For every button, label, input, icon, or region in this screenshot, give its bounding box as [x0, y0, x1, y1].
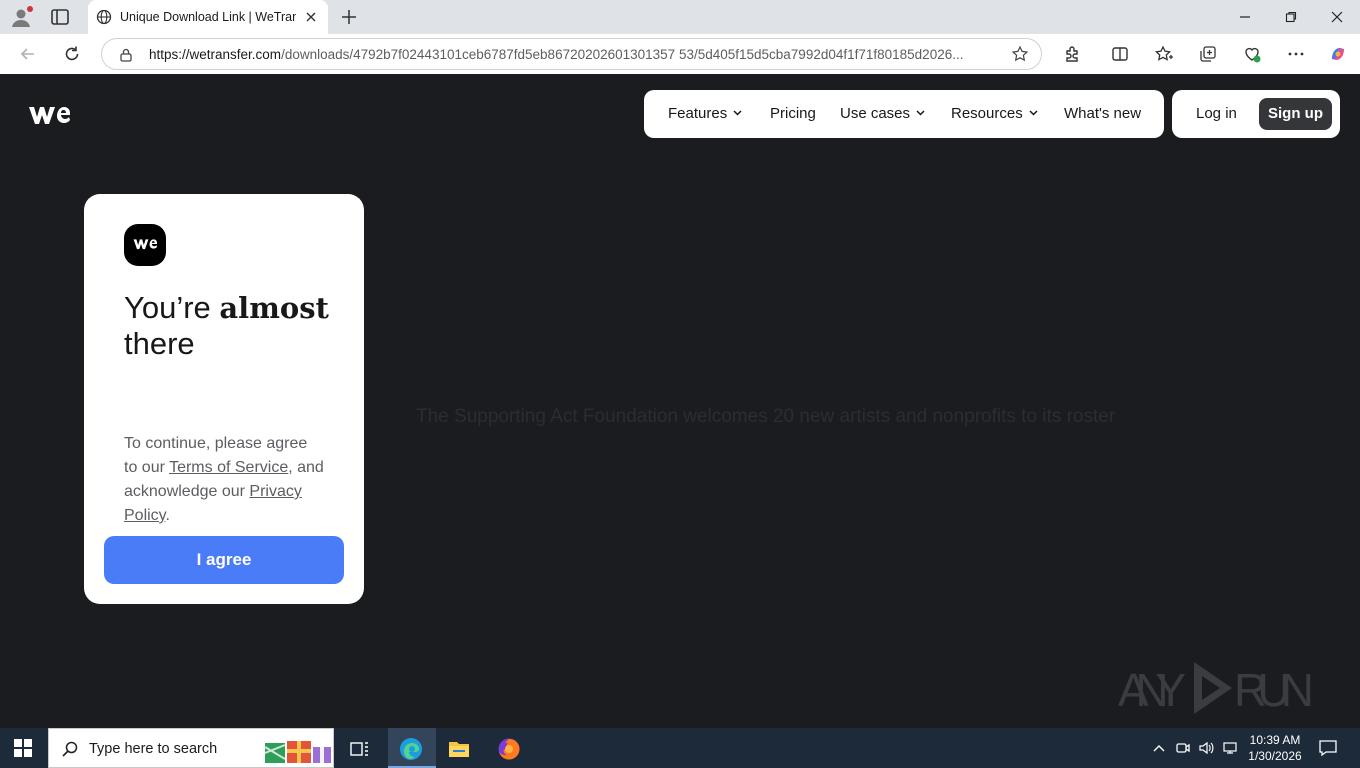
page-viewport: Features Pricing Use cases Resources Wha…	[4, 74, 1356, 724]
nav-pricing[interactable]: Pricing	[770, 105, 816, 122]
copilot-icon[interactable]	[1328, 44, 1348, 64]
tab-wetransfer[interactable]: Unique Download Link | WeTransfer	[88, 0, 328, 34]
headline-text: You’re	[124, 290, 220, 325]
favorites-icon[interactable]	[1154, 44, 1174, 64]
nav-use-cases-label: Use cases	[840, 105, 911, 122]
notifications-icon[interactable]	[1318, 739, 1338, 757]
auth-navigation: Log in Sign up	[1172, 90, 1340, 138]
extensions-icon[interactable]	[1062, 44, 1082, 64]
firefox-icon[interactable]	[497, 737, 521, 761]
windows-start-icon[interactable]	[14, 739, 32, 757]
lock-icon[interactable]	[118, 47, 134, 63]
collections-icon[interactable]	[1198, 44, 1218, 64]
svg-text:RUN: RUN	[1234, 664, 1314, 716]
svg-text:ANY: ANY	[1118, 664, 1186, 716]
nav-features[interactable]: Features	[668, 105, 742, 122]
more-menu-icon[interactable]	[1286, 44, 1306, 64]
search-icon	[61, 740, 79, 758]
background-news-headline: The Supporting Act Foundation welcomes 2…	[416, 406, 1116, 427]
search-placeholder: Type here to search	[89, 741, 218, 757]
chevron-down-icon	[733, 110, 742, 116]
consent-text: To continue, please agree to our Terms o…	[124, 432, 324, 528]
restore-icon[interactable]	[1283, 9, 1299, 25]
windows-taskbar: Type here to search 10:39 AM 1/30/2026	[0, 728, 1360, 768]
main-navigation: Features Pricing Use cases Resources Wha…	[644, 90, 1164, 138]
new-tab-icon[interactable]	[340, 8, 358, 26]
edge-browser-icon[interactable]	[399, 737, 423, 761]
tab-actions-icon[interactable]	[50, 8, 70, 26]
close-window-icon[interactable]	[1329, 9, 1345, 25]
refresh-icon[interactable]	[62, 44, 82, 64]
task-view-icon[interactable]	[348, 737, 372, 761]
headline-text-end: there	[124, 326, 195, 361]
favorite-star-icon[interactable]	[1011, 45, 1029, 63]
card-headline: You’re almost there	[124, 290, 344, 362]
nav-whats-new[interactable]: What's new	[1064, 105, 1141, 122]
back-arrow-icon[interactable]	[18, 44, 38, 64]
meet-now-icon[interactable]	[1175, 740, 1191, 756]
browser-toolbar: https://wetransfer.com/downloads/4792b7f…	[0, 34, 1360, 74]
volume-icon[interactable]	[1198, 740, 1214, 756]
split-screen-icon[interactable]	[1110, 44, 1130, 64]
system-clock[interactable]: 10:39 AM 1/30/2026	[1244, 732, 1306, 764]
wetransfer-logo-icon[interactable]	[28, 104, 70, 126]
gift-boxes-icon	[263, 733, 333, 765]
address-bar[interactable]: https://wetransfer.com/downloads/4792b7f…	[101, 38, 1042, 70]
url-host: https://wetransfer.com	[149, 47, 282, 62]
anyrun-watermark: ANY RUN	[1118, 656, 1318, 720]
url-text: https://wetransfer.com/downloads/4792b7f…	[149, 47, 994, 62]
terms-of-service-link[interactable]: Terms of Service	[169, 459, 288, 476]
file-explorer-icon[interactable]	[447, 737, 471, 761]
minimize-icon[interactable]	[1237, 9, 1253, 25]
profile-avatar-icon[interactable]	[10, 6, 33, 28]
nav-features-label: Features	[668, 105, 728, 122]
terms-consent-card: You’re almost there To continue, please a…	[84, 194, 364, 604]
network-icon[interactable]	[1222, 740, 1238, 756]
signup-button[interactable]: Sign up	[1259, 98, 1332, 130]
anyrun-logo-icon: ANY RUN	[1118, 662, 1314, 716]
consent-part-3: .	[165, 507, 170, 524]
globe-icon	[96, 9, 112, 25]
nav-resources[interactable]: Resources	[951, 105, 1038, 122]
browser-essentials-icon[interactable]	[1242, 44, 1262, 64]
agree-button[interactable]: I agree	[104, 536, 344, 584]
nav-use-cases[interactable]: Use cases	[840, 105, 925, 122]
tab-title: Unique Download Link | WeTransfer	[120, 10, 296, 24]
chevron-down-icon	[916, 110, 925, 116]
wetransfer-badge-icon	[124, 224, 166, 266]
browser-tab-strip: Unique Download Link | WeTransfer	[0, 0, 1360, 34]
nav-resources-label: Resources	[951, 105, 1023, 122]
tab-close-icon[interactable]	[304, 10, 318, 24]
chevron-down-icon	[1029, 110, 1038, 116]
login-link[interactable]: Log in	[1196, 105, 1237, 122]
profile-notification-dot	[27, 6, 33, 12]
taskbar-search-box[interactable]: Type here to search	[48, 728, 334, 768]
headline-emphasis: almost	[219, 291, 329, 325]
chevron-up-icon[interactable]	[1151, 740, 1167, 756]
clock-date: 1/30/2026	[1248, 749, 1302, 763]
url-path: /downloads/4792b7f02443101ceb6787fd5eb86…	[281, 47, 964, 62]
clock-time: 10:39 AM	[1249, 733, 1301, 747]
